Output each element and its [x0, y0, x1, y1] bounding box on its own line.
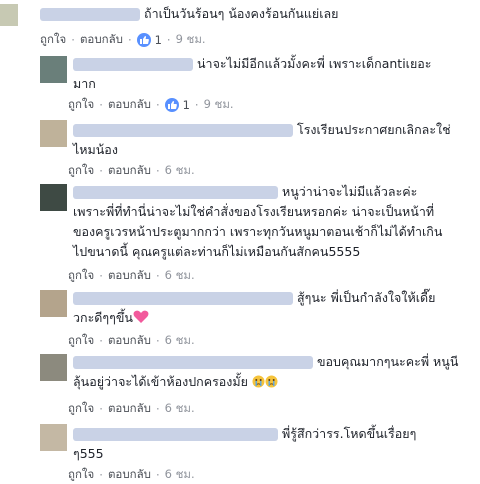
- avatar[interactable]: [40, 424, 67, 451]
- reply-button[interactable]: ตอบกลับ: [108, 162, 151, 180]
- crying-face-icon: [252, 375, 265, 391]
- reply-button[interactable]: ตอบกลับ: [108, 267, 151, 285]
- avatar[interactable]: [40, 354, 67, 381]
- timestamp[interactable]: 9 ชม.: [176, 31, 206, 49]
- like-count[interactable]: 1: [155, 33, 162, 47]
- sparkling-heart-icon: [133, 310, 149, 327]
- like-button[interactable]: ถูกใจ: [68, 96, 94, 114]
- commenter-name[interactable]: [40, 8, 140, 21]
- like-button[interactable]: ถูกใจ: [40, 31, 66, 49]
- like-button[interactable]: ถูกใจ: [68, 466, 94, 484]
- comment-item: น่าจะไม่มีอีกแล้วมั้งคะพี่ เพราะเด็กanti…: [0, 52, 480, 112]
- commenter-name[interactable]: [73, 58, 193, 71]
- comment-item: ถ้าเป็นวันร้อนๆ น้องคงร้อนกันแย่เลย ถูกใ…: [0, 0, 480, 50]
- comment-text: ถ้าเป็นวันร้อนๆ น้องคงร้อนกันแย่เลย: [144, 6, 339, 21]
- avatar[interactable]: [40, 120, 67, 147]
- timestamp[interactable]: 9 ชม.: [204, 96, 234, 114]
- timestamp[interactable]: 6 ชม.: [165, 267, 195, 285]
- reply-button[interactable]: ตอบกลับ: [108, 332, 151, 350]
- avatar[interactable]: [40, 184, 67, 211]
- like-button[interactable]: ถูกใจ: [68, 267, 94, 285]
- like-button[interactable]: ถูกใจ: [68, 162, 94, 180]
- timestamp[interactable]: 6 ชม.: [165, 162, 195, 180]
- timestamp[interactable]: 6 ชม.: [165, 332, 195, 350]
- commenter-name[interactable]: [73, 124, 293, 137]
- avatar[interactable]: [40, 290, 67, 317]
- avatar[interactable]: [40, 56, 67, 83]
- timestamp[interactable]: 6 ชม.: [165, 400, 195, 418]
- like-button[interactable]: ถูกใจ: [68, 400, 94, 418]
- reply-button[interactable]: ตอบกลับ: [80, 31, 123, 49]
- timestamp[interactable]: 6 ชม.: [165, 466, 195, 484]
- thumbs-up-icon: [136, 33, 151, 47]
- commenter-name[interactable]: [73, 356, 313, 369]
- comment-item: สู้ๆนะ พี่เป็นกำลังใจให้เดี๊ย วกะดีๆๆขึ้…: [0, 286, 480, 350]
- thumbs-up-icon: [164, 98, 179, 112]
- crying-face-icon: [265, 375, 278, 391]
- reply-button[interactable]: ตอบกลับ: [108, 96, 151, 114]
- like-count[interactable]: 1: [183, 98, 190, 112]
- commenter-name[interactable]: [73, 292, 293, 305]
- comment-item: ขอบคุณมากๆนะคะพี่ หนูนี ลุ้นอยู่ว่าจะได้…: [0, 350, 480, 418]
- comment-item: โรงเรียนประกาศยกเลิกละใช่ ไหมน้อง ถูกใจ …: [0, 114, 480, 180]
- like-button[interactable]: ถูกใจ: [68, 332, 94, 350]
- reply-button[interactable]: ตอบกลับ: [108, 466, 151, 484]
- commenter-name[interactable]: [73, 428, 278, 441]
- avatar[interactable]: [0, 4, 18, 26]
- commenter-name[interactable]: [73, 186, 278, 199]
- reply-button[interactable]: ตอบกลับ: [108, 400, 151, 418]
- comment-item: หนูว่าน่าจะไม่มีแล้วละค่ะ เพราะพี่ที่ทำน…: [0, 180, 480, 286]
- comment-item: พี่รู้สึกว่ารร.โหดขึ้นเรื่อยๆ ๆ555 ถูกใจ…: [0, 418, 480, 484]
